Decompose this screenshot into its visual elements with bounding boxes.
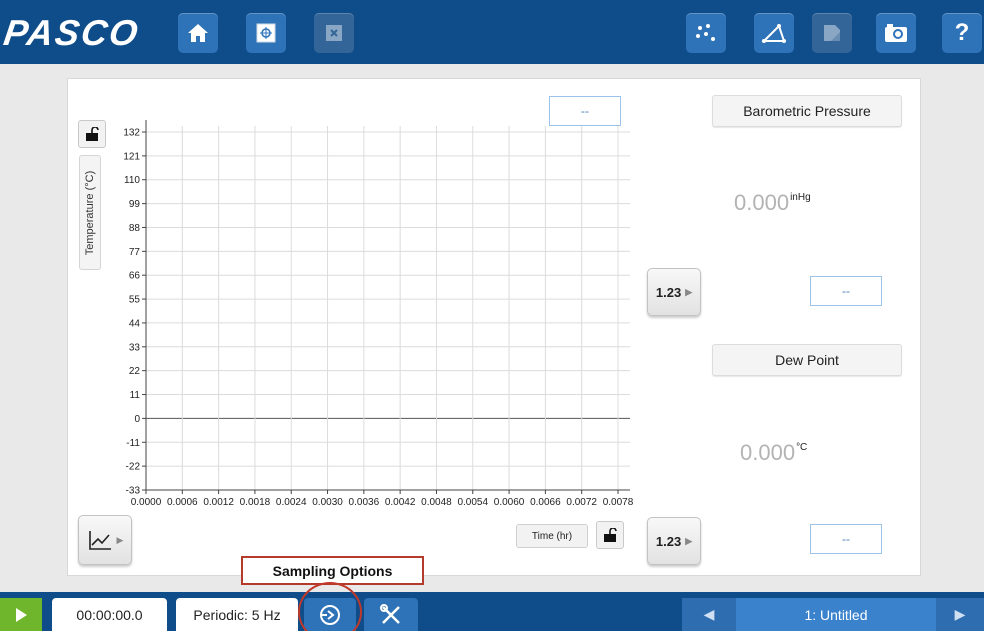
- unlock-icon: [604, 528, 617, 542]
- x-tick-label: 0.0012: [203, 497, 234, 508]
- x-tick-label: 0.0024: [276, 497, 307, 508]
- y-tick-label: 121: [123, 151, 140, 162]
- y-tick-label: -33: [126, 486, 141, 497]
- digits-display-button-2[interactable]: 1.23 ▶: [647, 517, 701, 565]
- previous-page-button[interactable]: ◀: [682, 598, 736, 631]
- play-icon: [16, 607, 27, 622]
- graph-line-icon: [88, 531, 111, 550]
- x-tick-label: 0.0030: [312, 497, 343, 508]
- y-tick-label: 88: [129, 223, 141, 234]
- tools-icon: [380, 603, 400, 624]
- y-axis-label: Temperature (°C): [84, 170, 97, 255]
- next-page-button[interactable]: ▶: [936, 598, 984, 631]
- elapsed-time-display: 00:00:00.0: [52, 598, 167, 631]
- y-tick-label: 44: [129, 318, 141, 329]
- sampling-options-callout: Sampling Options: [241, 556, 424, 585]
- x-tick-label: 0.0006: [167, 497, 198, 508]
- graph-tools-button[interactable]: ▶: [78, 515, 132, 565]
- right-arrow-icon: ▶: [954, 606, 966, 622]
- barometric-stat-box[interactable]: --: [810, 276, 882, 306]
- y-tick-label: 77: [129, 247, 141, 258]
- barometric-reading: 0.000inHg: [734, 190, 811, 216]
- digits-button-label: 1.23: [655, 533, 682, 549]
- y-tick-label: -11: [126, 438, 140, 449]
- dewpoint-reading: 0.000°C: [740, 440, 807, 466]
- barometric-unit: inHg: [790, 192, 811, 203]
- y-tick-label: 99: [129, 199, 141, 210]
- measurement-title-dewpoint[interactable]: Dew Point: [712, 344, 902, 376]
- y-axis-lock-button[interactable]: [78, 120, 106, 148]
- y-axis-label-selector[interactable]: Temperature (°C): [79, 155, 101, 270]
- x-tick-label: 0.0078: [603, 497, 634, 508]
- x-tick-label: 0.0066: [530, 497, 561, 508]
- x-tick-label: 0.0060: [494, 497, 525, 508]
- x-tick-label: 0.0042: [385, 497, 416, 508]
- page-title[interactable]: 1: Untitled: [736, 598, 936, 631]
- x-tick-label: 0.0000: [131, 497, 162, 508]
- start-recording-button[interactable]: [0, 598, 42, 631]
- x-tick-label: 0.0072: [566, 497, 597, 508]
- barometric-value: 0.000: [734, 190, 790, 215]
- dropdown-arrow-icon: ▶: [116, 534, 124, 545]
- tools-button[interactable]: [364, 598, 418, 631]
- y-tick-label: -22: [126, 462, 141, 473]
- digits-display-button-1[interactable]: 1.23 ▶: [647, 268, 701, 316]
- y-tick-label: 110: [124, 175, 140, 186]
- measurement-title-barometric[interactable]: Barometric Pressure: [712, 95, 902, 127]
- dewpoint-unit: °C: [796, 442, 808, 453]
- x-tick-label: 0.0054: [457, 497, 488, 508]
- y-tick-label: 132: [123, 128, 140, 139]
- y-tick-label: 66: [129, 271, 141, 282]
- x-tick-label: 0.0036: [349, 497, 380, 508]
- unlock-icon: [86, 127, 99, 141]
- dewpoint-stat-box[interactable]: --: [810, 524, 882, 554]
- y-tick-label: 0: [134, 414, 140, 425]
- dropdown-arrow-icon: ▶: [685, 535, 693, 546]
- y-tick-label: 22: [129, 366, 141, 377]
- x-axis-label-selector[interactable]: Time (hr): [516, 524, 588, 548]
- x-tick-label: 0.0048: [421, 497, 452, 508]
- sampling-rate-display[interactable]: Periodic: 5 Hz: [176, 598, 298, 631]
- left-arrow-icon: ◀: [703, 606, 715, 622]
- y-tick-label: 11: [130, 390, 141, 401]
- dewpoint-value: 0.000: [740, 440, 796, 465]
- y-tick-label: 33: [129, 342, 141, 353]
- dropdown-arrow-icon: ▶: [685, 286, 693, 297]
- digits-button-label: 1.23: [655, 284, 682, 300]
- x-axis-lock-button[interactable]: [596, 521, 624, 549]
- graph-coordinate-box[interactable]: --: [549, 96, 621, 126]
- y-tick-label: 55: [129, 295, 141, 306]
- x-tick-label: 0.0018: [240, 497, 271, 508]
